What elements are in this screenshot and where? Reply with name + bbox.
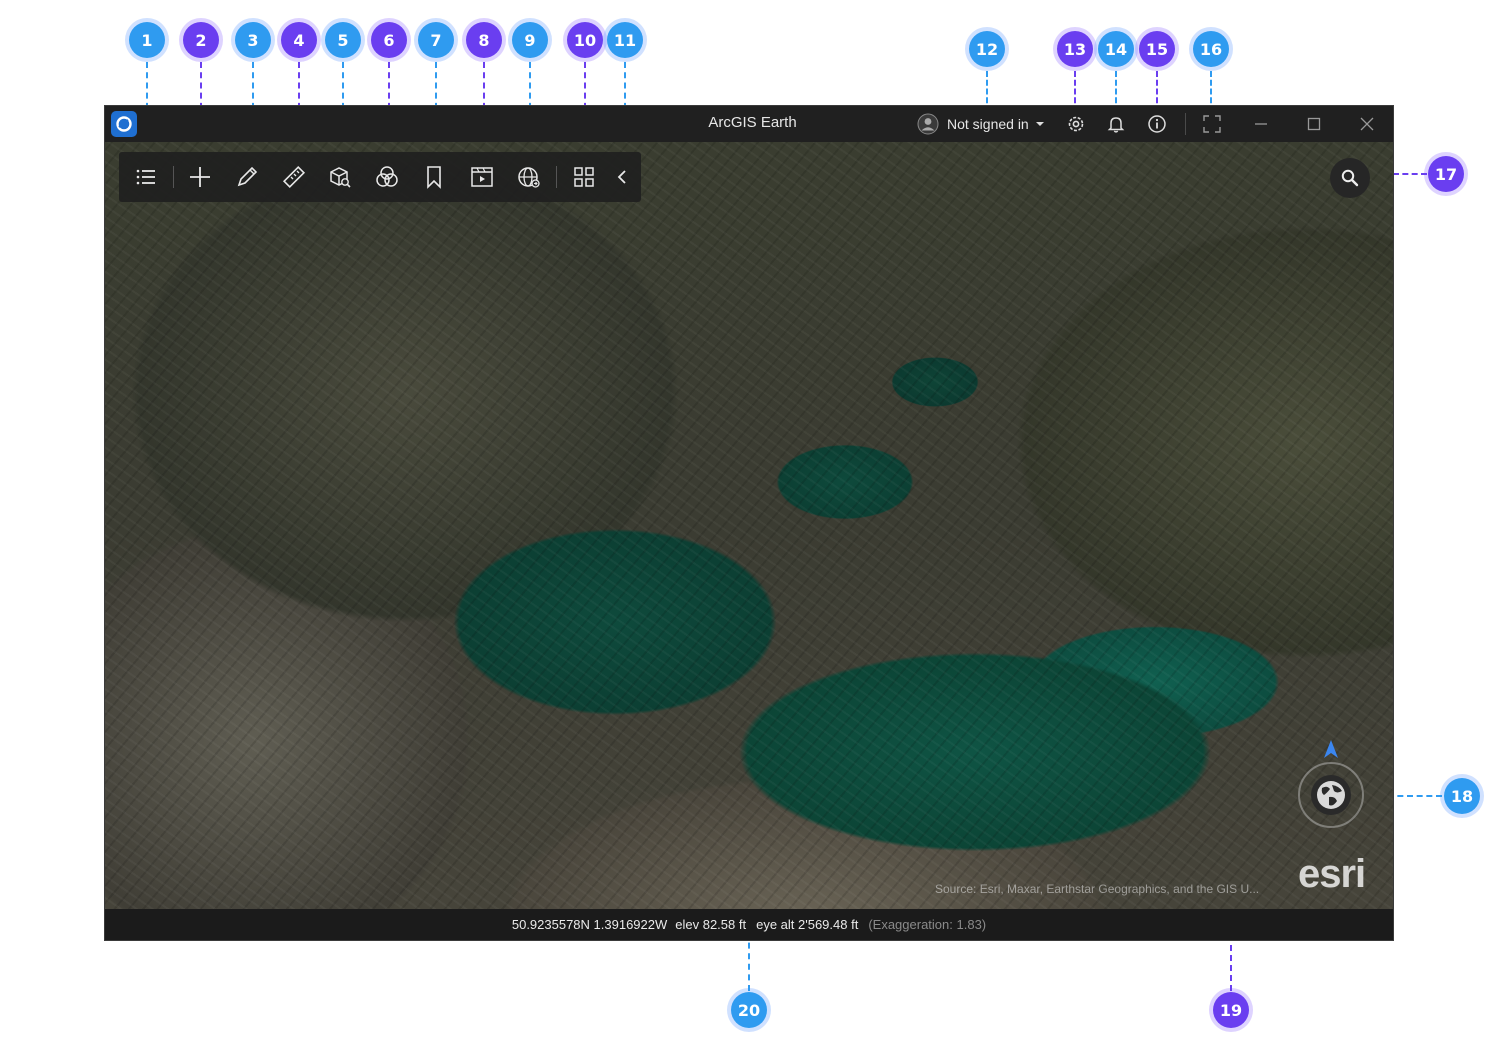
geoprocessing-icon xyxy=(518,167,540,188)
minimize-icon[interactable] xyxy=(1251,114,1271,134)
workspace-grid-icon xyxy=(574,167,594,187)
sign-in-button[interactable]: Not signed in xyxy=(917,112,1046,136)
coordinates-readout: 50.9235578N 1.3916922W xyxy=(511,917,668,932)
chevron-down-icon xyxy=(1035,122,1044,126)
callout-14: 14 xyxy=(1098,31,1134,67)
toolbar-separator xyxy=(173,166,174,188)
main-toolbar xyxy=(119,152,641,202)
toolbar-separator xyxy=(556,166,557,188)
search-icon xyxy=(1341,169,1359,187)
measure-button[interactable] xyxy=(279,162,309,192)
status-bar: 50.9235578N 1.3916922W elev 82.58 ft eye… xyxy=(105,909,1393,940)
elevation-readout: elev 82.58 ft xyxy=(675,917,747,932)
titlebar-divider xyxy=(1185,113,1186,135)
eye-altitude-readout: eye alt 2'569.48 ft xyxy=(756,917,859,932)
callout-19: 19 xyxy=(1213,992,1249,1028)
callout-6: 6 xyxy=(371,22,407,58)
add-data-button[interactable] xyxy=(185,162,215,192)
fullscreen-icon[interactable] xyxy=(1202,114,1222,134)
workspace-grid-button[interactable] xyxy=(569,162,599,192)
search-button[interactable] xyxy=(1330,158,1370,198)
north-arrow-icon xyxy=(1324,740,1338,758)
title-bar: ArcGIS Earth Not signed in xyxy=(105,106,1393,142)
callout-2: 2 xyxy=(183,22,219,58)
maximize-icon[interactable] xyxy=(1304,114,1324,134)
collapse-icon xyxy=(617,170,626,184)
callout-10: 10 xyxy=(567,22,603,58)
user-avatar-icon xyxy=(917,113,939,135)
tour-button[interactable] xyxy=(467,162,497,192)
callout-16: 16 xyxy=(1193,31,1229,67)
close-icon[interactable] xyxy=(1357,114,1377,134)
app-logo-icon xyxy=(111,111,137,137)
draw-button[interactable] xyxy=(232,162,262,192)
callout-15: 15 xyxy=(1139,31,1175,67)
notification-bell-icon[interactable] xyxy=(1106,114,1126,134)
settings-gear-icon[interactable] xyxy=(1066,114,1086,134)
attribution-text[interactable]: Source: Esri, Maxar, Earthstar Geographi… xyxy=(935,882,1285,896)
map-view[interactable]: Source: Esri, Maxar, Earthstar Geographi… xyxy=(105,142,1393,910)
callout-5: 5 xyxy=(325,22,361,58)
callout-20: 20 xyxy=(731,992,767,1028)
callout-7: 7 xyxy=(418,22,454,58)
3d-analysis-icon xyxy=(330,167,351,188)
callout-9: 9 xyxy=(512,22,548,58)
3d-analysis-button[interactable] xyxy=(325,162,355,192)
add-data-icon xyxy=(190,167,210,187)
draw-icon xyxy=(237,166,258,187)
esri-logo: esri xyxy=(1298,852,1366,896)
exaggeration-readout: (Exaggeration: 1.83) xyxy=(868,917,987,932)
callout-1: 1 xyxy=(129,22,165,58)
overlay-icon xyxy=(376,166,398,187)
navigation-compass[interactable] xyxy=(1298,740,1364,828)
info-icon[interactable] xyxy=(1147,114,1167,134)
callout-18: 18 xyxy=(1444,778,1480,814)
bookmark-button[interactable] xyxy=(419,162,449,192)
callout-11: 11 xyxy=(607,22,643,58)
callout-12: 12 xyxy=(969,31,1005,67)
callout-4: 4 xyxy=(281,22,317,58)
globe-icon xyxy=(1311,775,1351,815)
collapse-toolbar-button[interactable] xyxy=(609,162,635,192)
window-title: ArcGIS Earth xyxy=(708,114,797,131)
callout-8: 8 xyxy=(466,22,502,58)
geoprocessing-button[interactable] xyxy=(514,162,544,192)
overlay-button[interactable] xyxy=(372,162,402,192)
sign-in-label: Not signed in xyxy=(947,116,1029,132)
contents-button[interactable] xyxy=(131,162,161,192)
callout-13: 13 xyxy=(1057,31,1093,67)
callout-17: 17 xyxy=(1428,156,1464,192)
measure-icon xyxy=(282,165,306,189)
bookmark-icon xyxy=(427,166,441,189)
app-window: ArcGIS Earth Not signed in Source: Esri,… xyxy=(104,105,1394,941)
callout-3: 3 xyxy=(235,22,271,58)
contents-icon xyxy=(136,169,155,185)
imagery-texture xyxy=(105,142,1393,910)
tour-icon xyxy=(471,167,493,187)
